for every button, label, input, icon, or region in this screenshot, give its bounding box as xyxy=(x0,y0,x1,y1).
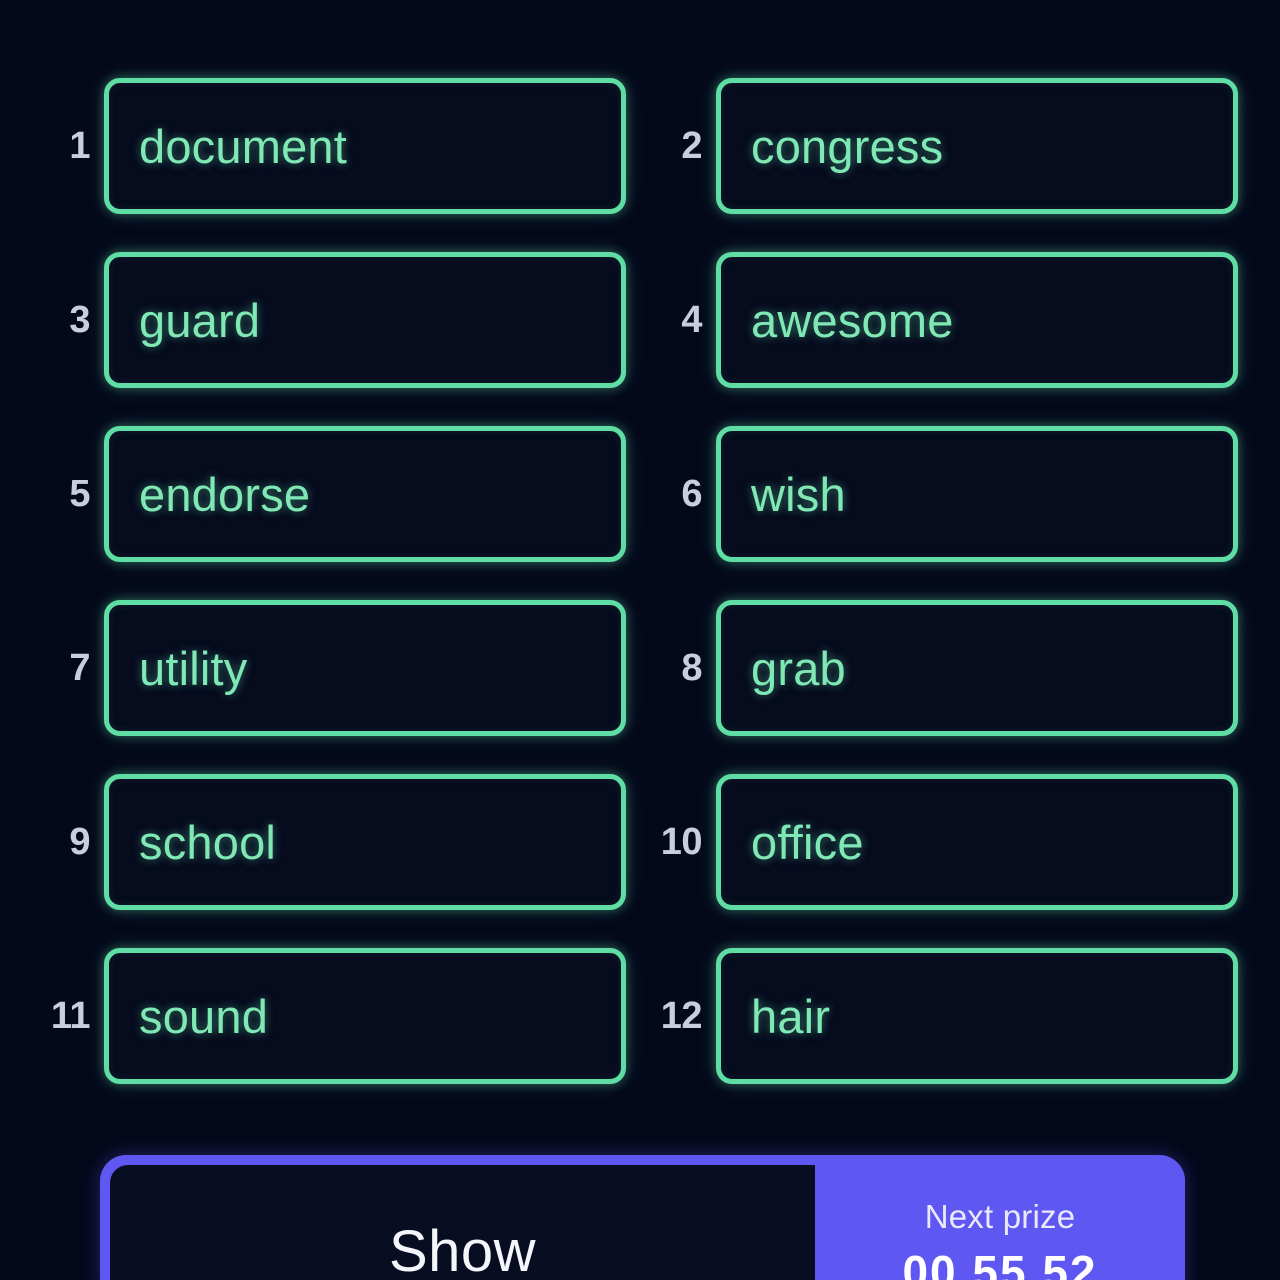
word-label: document xyxy=(139,119,348,173)
word-box[interactable]: congress xyxy=(716,78,1238,214)
word-box[interactable]: wish xyxy=(716,426,1238,562)
word-label: utility xyxy=(139,641,248,695)
next-prize-timer: 00 55 52 xyxy=(902,1246,1098,1280)
word-row-number: 5 xyxy=(69,473,90,515)
word-row: 4 awesome xyxy=(654,252,1238,388)
word-row-number: 2 xyxy=(681,125,702,167)
word-label: endorse xyxy=(139,467,311,521)
word-row: 1 document xyxy=(42,78,626,214)
word-box[interactable]: school xyxy=(104,774,626,910)
word-row: 2 congress xyxy=(654,78,1238,214)
word-label: wish xyxy=(751,467,846,521)
word-row-number: 4 xyxy=(681,299,702,341)
word-row: 8 grab xyxy=(654,600,1238,736)
word-box[interactable]: awesome xyxy=(716,252,1238,388)
word-label: congress xyxy=(751,119,944,173)
word-row: 7 utility xyxy=(42,600,626,736)
game-screen: 1 document 2 congress 3 guard 4 awesome 5 endorse… xyxy=(0,0,1280,1280)
word-row: 11 sound xyxy=(42,948,626,1084)
word-row: 3 guard xyxy=(42,252,626,388)
word-box[interactable]: sound xyxy=(104,948,626,1084)
word-row-number: 7 xyxy=(69,647,90,689)
word-label: grab xyxy=(751,641,846,695)
word-box[interactable]: office xyxy=(716,774,1238,910)
word-label: hair xyxy=(751,989,831,1043)
word-label: awesome xyxy=(751,293,954,347)
word-box[interactable]: hair xyxy=(716,948,1238,1084)
word-label: sound xyxy=(139,989,269,1043)
word-row: 12 hair xyxy=(654,948,1238,1084)
word-row-number: 11 xyxy=(50,995,91,1037)
next-prize-panel[interactable]: Next prize 00 55 52 xyxy=(815,1155,1185,1280)
bottom-action-bar: Show Next prize 00 55 52 xyxy=(100,1155,1185,1280)
word-row: 10 office xyxy=(654,774,1238,910)
word-box[interactable]: guard xyxy=(104,252,626,388)
word-grid: 1 document 2 congress 3 guard 4 awesome 5 endorse… xyxy=(0,78,1280,1084)
word-row-number: 3 xyxy=(69,299,90,341)
word-row: 5 endorse xyxy=(42,426,626,562)
word-row-number: 6 xyxy=(681,473,702,515)
show-button[interactable]: Show xyxy=(110,1165,815,1280)
word-row-number: 10 xyxy=(660,821,703,863)
word-row: 9 school xyxy=(42,774,626,910)
word-label: school xyxy=(139,815,277,869)
word-label: guard xyxy=(139,293,261,347)
word-row: 6 wish xyxy=(654,426,1238,562)
show-button-label: Show xyxy=(388,1219,537,1280)
word-row-number: 9 xyxy=(69,821,90,863)
word-box[interactable]: endorse xyxy=(104,426,626,562)
word-box[interactable]: grab xyxy=(716,600,1238,736)
word-row-number: 1 xyxy=(69,125,90,167)
word-label: office xyxy=(751,815,864,869)
word-row-number: 12 xyxy=(660,995,703,1037)
word-box[interactable]: utility xyxy=(104,600,626,736)
word-row-number: 8 xyxy=(681,647,702,689)
next-prize-label: Next prize xyxy=(924,1198,1076,1235)
word-box[interactable]: document xyxy=(104,78,626,214)
